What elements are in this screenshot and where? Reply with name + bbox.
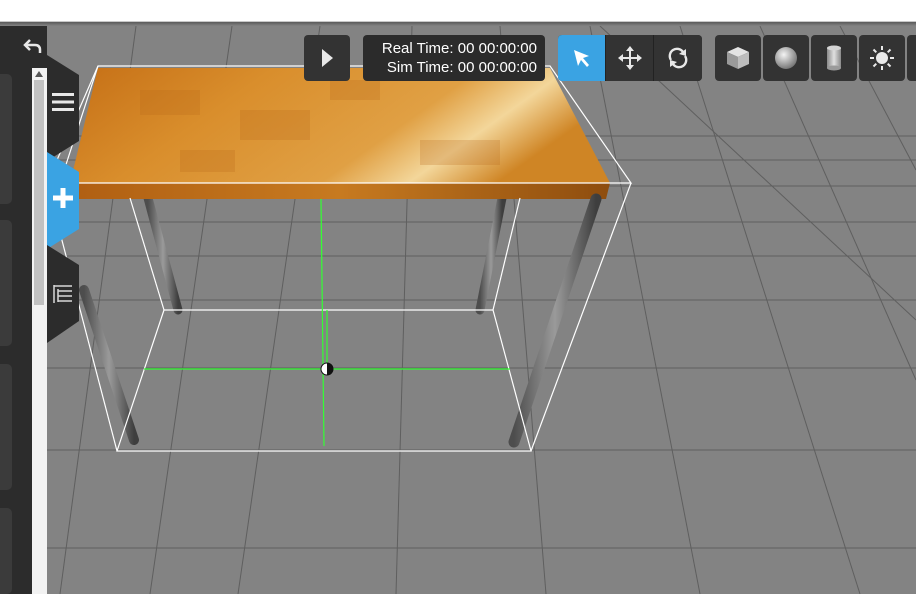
box-shape-button[interactable] — [715, 35, 761, 81]
scrollbar[interactable] — [32, 68, 47, 594]
sim-time-value: 00 00:00:00 — [457, 59, 537, 76]
cylinder-shape-button[interactable] — [811, 35, 857, 81]
browser-top-bar — [0, 0, 916, 22]
left-panel — [0, 26, 47, 594]
scroll-thumb[interactable] — [34, 80, 44, 305]
list-item[interactable] — [0, 364, 12, 490]
undo-icon — [23, 39, 42, 53]
more-shapes-button[interactable] — [907, 35, 916, 81]
origin-marker — [320, 362, 334, 376]
model-list[interactable] — [0, 68, 31, 594]
box-icon — [727, 47, 749, 69]
move-icon — [617, 46, 642, 70]
rotate-icon — [668, 47, 688, 69]
sim-time-label: Sim Time: — [386, 59, 454, 76]
real-time-row: Real Time: 00 00:00:00 — [363, 39, 537, 58]
list-item[interactable] — [0, 508, 12, 594]
plus-icon — [53, 188, 73, 208]
tree-icon — [53, 285, 72, 303]
list-item[interactable] — [0, 74, 12, 204]
real-time-label: Real Time: — [381, 40, 454, 57]
rotate-mode-button[interactable] — [654, 35, 702, 81]
light-icon — [870, 46, 894, 70]
tree-tab[interactable] — [47, 272, 79, 316]
insert-tab[interactable] — [47, 176, 79, 220]
select-mode-button[interactable] — [558, 35, 606, 81]
table-top — [70, 68, 610, 199]
origin-axes — [144, 198, 510, 447]
sphere-shape-button[interactable] — [763, 35, 809, 81]
time-display: Real Time: 00 00:00:00 Sim Time: 00 00:0… — [363, 35, 545, 81]
hamburger-icon — [52, 93, 74, 111]
arrow-icon — [573, 50, 589, 67]
mode-toolbar — [558, 35, 702, 81]
undo-button[interactable] — [0, 26, 47, 66]
play-button[interactable] — [304, 35, 350, 81]
table-back-legs — [143, 193, 507, 315]
play-icon — [322, 49, 333, 67]
scene-viewport[interactable] — [0, 26, 916, 594]
cylinder-icon — [827, 45, 841, 71]
sphere-icon — [775, 47, 797, 69]
list-item[interactable] — [0, 220, 12, 346]
point-light-button[interactable] — [859, 35, 905, 81]
real-time-value: 00 00:00:00 — [457, 40, 537, 57]
translate-mode-button[interactable] — [606, 35, 654, 81]
menu-tab[interactable] — [47, 80, 79, 124]
scroll-up-icon[interactable] — [35, 71, 43, 77]
sim-time-row: Sim Time: 00 00:00:00 — [363, 58, 537, 77]
